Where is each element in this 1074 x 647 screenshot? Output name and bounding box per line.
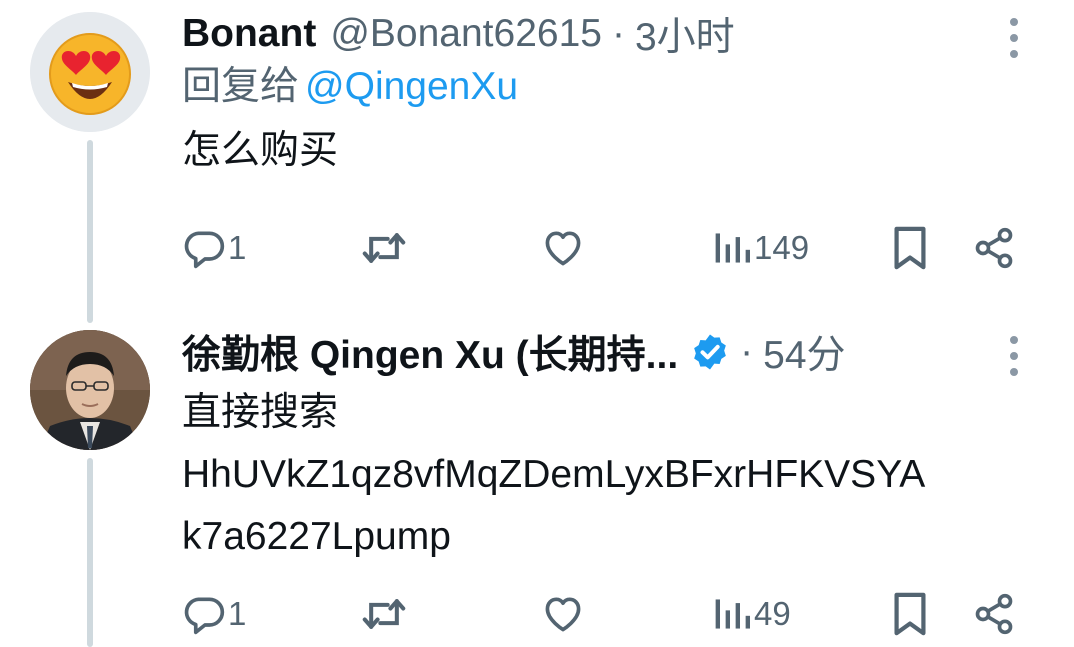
separator-dot: · [611,12,625,55]
heart-eyes-emoji-icon [30,12,150,132]
bookmark-icon [894,592,926,636]
repost-button[interactable] [360,218,408,278]
tweet-text-line: 怎么购买 [182,129,339,172]
bookmark-icon [894,226,926,270]
reply-button[interactable]: 1 [182,218,246,278]
views-button[interactable]: 149 [712,218,809,278]
tweet-text-line: 直接搜索 [182,391,339,434]
share-button[interactable] [972,584,1016,644]
more-options-icon[interactable] [1004,334,1024,378]
share-icon [975,227,1013,269]
tweet-header: Bonant @Bonant62615 · 3小时 [182,10,1074,59]
timestamp[interactable]: 54分 [763,324,845,380]
share-button[interactable] [972,218,1016,278]
display-name[interactable]: 徐勤根 Qingen Xu (长期持... [182,324,678,380]
bookmark-button[interactable] [890,584,930,644]
reply-count: 1 [228,595,247,632]
heart-icon [545,231,581,266]
tweet-text: 直接搜索 HhUVkZ1qz8vfMqZDemLyxBFxrHFKVSYA k7… [182,382,1074,568]
reply-to-line: 回复给 @QingenXu [182,58,1074,116]
repost-button[interactable] [360,584,408,644]
tweet-text-line: HhUVkZ1qz8vfMqZDemLyxBFxrHFKVSYA [182,453,926,496]
reply-icon [184,597,225,635]
repost-icon [362,599,406,629]
tweet-actions: 1 149 [182,218,1022,278]
more-options-icon[interactable] [1004,16,1024,60]
user-handle[interactable]: @Bonant62615 [330,12,602,56]
display-name[interactable]: Bonant [182,12,316,56]
timestamp[interactable]: 3小时 [635,6,735,62]
views-chart-icon [715,599,750,629]
avatar[interactable] [30,12,150,132]
share-icon [975,593,1013,635]
views-chart-icon [715,233,750,263]
tweet-text-line: k7a6227Lpump [182,515,451,558]
thread-connector-line [87,140,93,323]
tweet-header: 徐勤根 Qingen Xu (长期持... · 54分 [182,328,1074,377]
reply-mention-link[interactable]: @QingenXu [305,65,518,108]
thread-connector-line [87,458,93,647]
tweet-actions: 1 49 [182,584,1022,644]
reply-icon [184,231,225,269]
bookmark-button[interactable] [890,218,930,278]
verified-badge-icon [694,334,727,370]
like-button[interactable] [540,218,586,278]
tweet-2[interactable]: 徐勤根 Qingen Xu (长期持... · 54分 直接搜索 HhUVkZ1… [182,328,1074,568]
repost-icon [362,233,406,263]
tweet-1[interactable]: Bonant @Bonant62615 · 3小时 回复给 @QingenXu 怎… [182,10,1074,182]
profile-photo [30,330,150,450]
reply-button[interactable]: 1 [182,584,246,644]
reply-prefix: 回复给 [182,65,300,108]
reply-count: 1 [228,229,247,266]
view-count: 149 [754,229,810,266]
separator-dot: · [740,330,754,373]
like-button[interactable] [540,584,586,644]
avatar[interactable] [30,330,150,450]
view-count: 49 [754,595,791,632]
views-button[interactable]: 49 [712,584,791,644]
heart-icon [545,597,581,632]
tweet-text: 怎么购买 [182,120,1074,182]
